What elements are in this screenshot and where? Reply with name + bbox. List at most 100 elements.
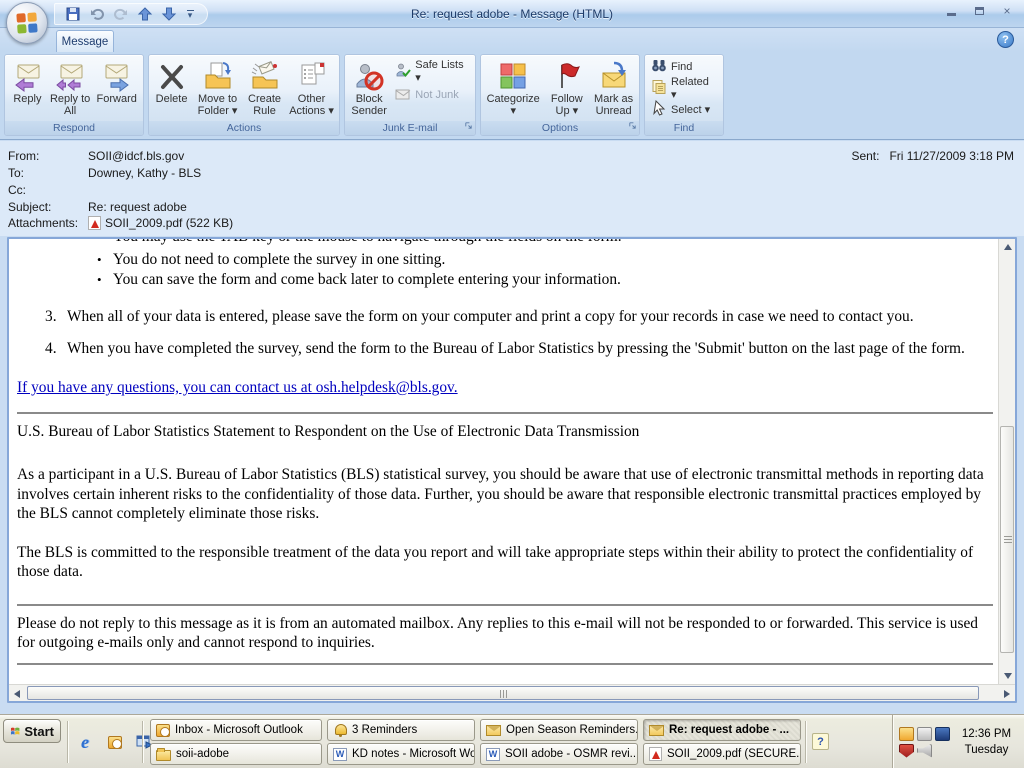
other-actions-label: Other Actions ▾ bbox=[286, 93, 337, 117]
statement-heading: U.S. Bureau of Labor Statistics Statemen… bbox=[17, 422, 993, 442]
vertical-scroll-thumb[interactable] bbox=[1000, 426, 1014, 653]
select-icon bbox=[651, 100, 667, 119]
office-button[interactable] bbox=[6, 2, 48, 44]
cc-label: Cc: bbox=[8, 183, 88, 197]
related-label: Related ▾ bbox=[671, 76, 717, 101]
task-button-request-adobe-active[interactable]: Re: request adobe - ... bbox=[643, 719, 801, 741]
up-arrow-icon bbox=[137, 6, 153, 22]
tray-printer-icon[interactable] bbox=[917, 727, 932, 741]
follow-up-label: Follow Up ▾ bbox=[543, 93, 590, 117]
find-icon bbox=[651, 58, 667, 77]
from-label: From: bbox=[8, 149, 88, 163]
task-label: KD notes - Microsoft Word bbox=[352, 748, 475, 760]
close-button[interactable]: × bbox=[998, 4, 1016, 18]
numbered-item-3: 3. When all of your data is entered, ple… bbox=[17, 307, 993, 327]
task-button-soii-adobe-doc[interactable]: W SOII adobe - OSMR revi... bbox=[480, 743, 638, 765]
help-button[interactable]: ? bbox=[997, 31, 1014, 48]
start-button[interactable]: Start bbox=[3, 719, 61, 743]
follow-up-button[interactable]: Follow Up ▾ bbox=[543, 57, 590, 121]
task-button-soii-pdf[interactable]: SOII_2009.pdf (SECURE... bbox=[643, 743, 801, 765]
subject-row: Subject: Re: request adobe bbox=[8, 200, 187, 214]
pdf-icon bbox=[649, 747, 662, 761]
divider bbox=[17, 663, 993, 665]
sent-value: Fri 11/27/2009 3:18 PM bbox=[889, 149, 1014, 163]
other-actions-button[interactable]: Other Actions ▾ bbox=[286, 57, 337, 121]
horizontal-scrollbar[interactable] bbox=[9, 684, 1015, 701]
reply-icon bbox=[11, 59, 43, 93]
customize-qat-button[interactable]: ▾ bbox=[183, 6, 197, 22]
up-arrow-icon bbox=[1004, 244, 1012, 250]
start-label: Start bbox=[24, 724, 54, 739]
tab-message[interactable]: Message bbox=[56, 30, 114, 52]
block-sender-button[interactable]: Block Sender bbox=[347, 57, 391, 121]
next-item-button[interactable] bbox=[159, 4, 179, 24]
attachment-item[interactable]: SOII_2009.pdf (522 KB) bbox=[88, 216, 233, 230]
scroll-up-button[interactable] bbox=[999, 239, 1016, 255]
redo-icon bbox=[113, 6, 129, 22]
task-button-kd-notes[interactable]: W KD notes - Microsoft Word bbox=[327, 743, 475, 765]
group-label-junk: Junk E-mail bbox=[345, 121, 475, 135]
safe-lists-label: Safe Lists ▾ bbox=[415, 59, 469, 84]
move-to-folder-button[interactable]: Move to Folder ▾ bbox=[192, 57, 243, 121]
related-button[interactable]: Related ▾ bbox=[647, 78, 721, 98]
delete-button[interactable]: Delete bbox=[151, 57, 192, 121]
group-label-options: Options bbox=[481, 121, 639, 135]
scroll-left-button[interactable] bbox=[9, 685, 25, 702]
bullet-item: You can save the form and come back late… bbox=[17, 270, 993, 290]
quick-launch: e bbox=[74, 715, 156, 768]
window-title: Re: request adobe - Message (HTML) bbox=[200, 0, 824, 28]
mark-as-unread-button[interactable]: Mark as Unread bbox=[590, 57, 637, 121]
mark-as-unread-icon bbox=[598, 59, 630, 93]
clock-day: Tuesday bbox=[949, 742, 1024, 758]
tray-network-icon[interactable] bbox=[935, 727, 950, 741]
minimize-button[interactable] bbox=[942, 4, 960, 18]
item-text: When you have completed the survey, send… bbox=[67, 340, 965, 357]
task-button-open-season[interactable]: Open Season Reminders... bbox=[480, 719, 638, 741]
down-arrow-icon bbox=[1004, 673, 1012, 679]
find-label: Find bbox=[671, 61, 692, 73]
undo-button[interactable] bbox=[87, 4, 107, 24]
reply-button[interactable]: Reply bbox=[7, 57, 48, 121]
scroll-down-button[interactable] bbox=[999, 668, 1016, 684]
tray-volume-icon[interactable] bbox=[917, 744, 932, 758]
scroll-right-button[interactable] bbox=[999, 685, 1015, 702]
task-label: Open Season Reminders... bbox=[506, 724, 638, 736]
previous-item-button[interactable] bbox=[135, 4, 155, 24]
reply-label: Reply bbox=[13, 93, 41, 105]
restore-button[interactable] bbox=[970, 4, 988, 18]
task-button-reminders[interactable]: 3 Reminders bbox=[327, 719, 475, 741]
task-button-soii-adobe-folder[interactable]: soii-adobe bbox=[150, 743, 322, 765]
paragraph: The BLS is committed to the responsible … bbox=[17, 543, 993, 582]
follow-up-icon bbox=[551, 59, 583, 93]
vertical-scrollbar[interactable] bbox=[998, 239, 1015, 684]
ribbon-group-actions: Delete Move to Folder ▾ Create Rule Othe… bbox=[148, 54, 340, 136]
left-arrow-icon bbox=[14, 690, 20, 698]
to-row: To: Downey, Kathy - BLS bbox=[8, 166, 201, 180]
select-button[interactable]: Select ▾ bbox=[647, 99, 714, 119]
horizontal-scroll-thumb[interactable] bbox=[27, 686, 979, 700]
mark-as-unread-label: Mark as Unread bbox=[590, 93, 637, 117]
internet-explorer-icon[interactable]: e bbox=[74, 731, 96, 753]
contact-link[interactable]: If you have any questions, you can conta… bbox=[17, 378, 993, 398]
not-junk-button[interactable]: Not Junk bbox=[391, 85, 473, 105]
save-button[interactable] bbox=[63, 4, 83, 24]
task-button-inbox[interactable]: Inbox - Microsoft Outlook bbox=[150, 719, 322, 741]
tray-outlook-icon[interactable] bbox=[899, 727, 914, 741]
reply-to-all-button[interactable]: Reply to All bbox=[48, 57, 93, 121]
options-dialog-launcher[interactable] bbox=[628, 121, 637, 133]
tray-shield-icon[interactable] bbox=[899, 744, 914, 758]
outlook-quick-launch-icon[interactable] bbox=[104, 731, 126, 753]
find-button[interactable]: Find bbox=[647, 57, 696, 77]
ribbon-group-respond: Reply Reply to All Forward Respond bbox=[4, 54, 144, 136]
cc-row: Cc: bbox=[8, 183, 88, 197]
safe-lists-button[interactable]: Safe Lists ▾ bbox=[391, 61, 473, 81]
undo-icon bbox=[89, 6, 105, 22]
move-to-folder-icon bbox=[202, 59, 234, 93]
junk-dialog-launcher[interactable] bbox=[464, 121, 473, 133]
forward-button[interactable]: Forward bbox=[92, 57, 141, 121]
categorize-button[interactable]: Categorize ▾ bbox=[483, 57, 543, 121]
redo-button[interactable] bbox=[111, 4, 131, 24]
other-actions-icon bbox=[296, 59, 328, 93]
create-rule-button[interactable]: Create Rule bbox=[243, 57, 286, 121]
taskbar-help-icon[interactable]: ? bbox=[812, 733, 829, 750]
